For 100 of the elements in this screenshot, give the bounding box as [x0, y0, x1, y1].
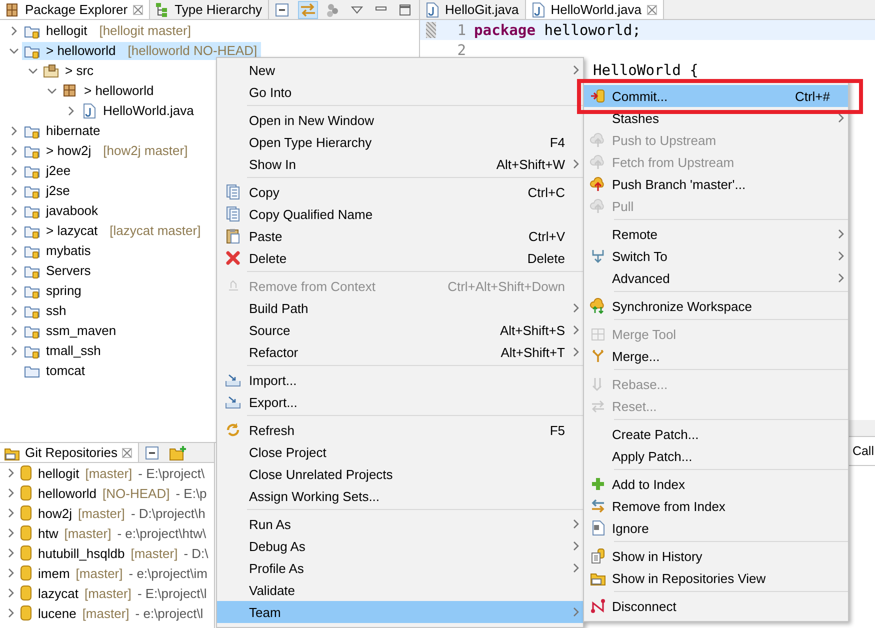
chevron-icon[interactable]	[11, 26, 17, 36]
chevron-icon[interactable]	[11, 226, 17, 236]
tree-item[interactable]: ssm_maven	[22, 322, 120, 340]
menu-item[interactable]: Refresh F5	[217, 419, 583, 441]
maximize-icon[interactable]	[399, 4, 411, 16]
chevron-icon[interactable]	[838, 229, 844, 239]
menu-item[interactable]: Delete Delete	[217, 247, 583, 269]
chevron-icon[interactable]	[573, 347, 579, 357]
chevron-icon[interactable]	[11, 126, 17, 136]
tree-item[interactable]: j2ee	[22, 162, 75, 180]
chevron-icon[interactable]	[11, 186, 17, 196]
menu-item[interactable]: Open in New Window	[217, 109, 583, 131]
add-repository-icon[interactable]	[169, 444, 188, 460]
tree-item[interactable]: > helloworld [helloworld NO-HEAD]	[22, 42, 262, 60]
menu-item[interactable]: Show in Repositories View	[584, 567, 848, 589]
collapse-all-icon[interactable]	[275, 2, 292, 18]
menu-item[interactable]: Create Patch...	[584, 423, 848, 445]
menu-item[interactable]: Profile As	[217, 557, 583, 579]
menu-item[interactable]: Remove from Index	[584, 495, 848, 517]
chevron-icon[interactable]	[573, 563, 579, 573]
collapse-all-icon[interactable]	[145, 444, 162, 460]
repository-name[interactable]: imem	[38, 566, 70, 580]
tree-item[interactable]: javabook	[22, 202, 102, 220]
chevron-icon[interactable]	[11, 346, 17, 356]
menu-item[interactable]: Paste Ctrl+V	[217, 225, 583, 247]
chevron-icon[interactable]	[11, 246, 17, 256]
menu-item[interactable]: Show in History	[584, 545, 848, 567]
chevron-icon[interactable]	[11, 166, 17, 176]
tab[interactable]: HelloGit.java	[420, 0, 526, 19]
tree-item[interactable]: > helloworld	[60, 82, 158, 100]
menu-item[interactable]: Apply Patch...	[584, 445, 848, 467]
chevron-icon[interactable]	[573, 303, 579, 313]
menu-item[interactable]: Build Path	[217, 297, 583, 319]
tree-item[interactable]: mybatis	[22, 242, 95, 260]
chevron-icon[interactable]	[573, 519, 579, 529]
menu-item[interactable]: Disconnect	[584, 595, 848, 617]
tree-item[interactable]: > how2j [how2j master]	[22, 142, 192, 160]
chevron-icon[interactable]	[838, 113, 844, 123]
menu-item[interactable]: Close Project	[217, 441, 583, 463]
menu-item[interactable]: Run As	[217, 513, 583, 535]
menu-item[interactable]: Ignore	[584, 517, 848, 539]
chevron-icon[interactable]	[11, 206, 17, 216]
close-icon[interactable]	[646, 4, 656, 14]
menu-item[interactable]: Go Into	[217, 81, 583, 103]
chevron-icon[interactable]	[68, 106, 74, 116]
chevron-icon[interactable]	[11, 286, 17, 296]
tree-item[interactable]: spring	[22, 282, 86, 300]
chevron-icon[interactable]	[9, 48, 19, 54]
tab[interactable]: Package Explorer	[0, 0, 150, 19]
close-icon[interactable]	[122, 448, 132, 458]
tree-item[interactable]: ssh	[22, 302, 70, 320]
tree-item[interactable]: tmall_ssh	[22, 342, 105, 360]
menu-item[interactable]: Remote	[584, 223, 848, 245]
tree-item[interactable]: hibernate	[22, 122, 104, 140]
menu-item[interactable]: Refactor Alt+Shift+T	[217, 341, 583, 363]
chevron-icon[interactable]	[11, 326, 17, 336]
menu-item[interactable]: Copy Ctrl+C	[217, 181, 583, 203]
chevron-icon[interactable]	[838, 273, 844, 283]
menu-item[interactable]: Close Unrelated Projects	[217, 463, 583, 485]
repository-name[interactable]: htw	[38, 526, 58, 540]
repository-name[interactable]: how2j	[38, 506, 72, 520]
tree-item[interactable]: hellogit [hellogit master]	[22, 22, 195, 40]
tab[interactable]: HelloWorld.java	[526, 0, 664, 19]
chevron-icon[interactable]	[11, 146, 17, 156]
menu-item[interactable]: Assign Working Sets...	[217, 485, 583, 507]
close-icon[interactable]	[132, 4, 143, 14]
menu-item[interactable]: Push Branch 'master'...	[584, 173, 848, 195]
menu-item[interactable]: Show In Alt+Shift+W	[217, 153, 583, 175]
tree-item[interactable]: Servers	[22, 262, 95, 280]
menu-item[interactable]: Add to Index	[584, 473, 848, 495]
tab[interactable]: Git Repositories	[0, 443, 140, 462]
menu-item[interactable]: New	[217, 59, 583, 81]
chevron-icon[interactable]	[11, 266, 17, 276]
menu-item[interactable]: Source Alt+Shift+S	[217, 319, 583, 341]
tree-item[interactable]: > src	[41, 62, 98, 80]
chevron-icon[interactable]	[573, 541, 579, 551]
view-menu-icon[interactable]	[351, 4, 363, 14]
menu-item[interactable]: Commit... Ctrl+#	[584, 85, 848, 107]
repository-name[interactable]: hellogit	[38, 466, 80, 480]
menu-item[interactable]: Import...	[217, 369, 583, 391]
menu-item[interactable]: Merge...	[584, 345, 848, 367]
menu-item[interactable]: Stashes	[584, 107, 848, 129]
menu-item[interactable]: Validate	[217, 579, 583, 601]
chevron-icon[interactable]	[11, 306, 17, 316]
menu-item[interactable]: Switch To	[584, 245, 848, 267]
menu-item[interactable]: Team	[217, 601, 583, 623]
menu-item[interactable]: Synchronize Workspace	[584, 295, 848, 317]
tree-item[interactable]: j2se	[22, 182, 74, 200]
menu-item[interactable]: Advanced	[584, 267, 848, 289]
chevron-icon[interactable]	[573, 325, 579, 335]
tree-item[interactable]: tomcat	[22, 362, 90, 380]
repository-name[interactable]: lazycat	[38, 586, 78, 600]
chevron-icon[interactable]	[47, 88, 57, 94]
chevron-icon[interactable]	[28, 68, 38, 74]
chevron-icon[interactable]	[573, 159, 579, 169]
tab[interactable]: Type Hierarchy	[150, 0, 270, 19]
chevron-icon[interactable]	[573, 607, 579, 617]
repository-name[interactable]: helloworld	[38, 486, 97, 500]
tree-item[interactable]: HelloWorld.java	[79, 102, 198, 120]
menu-item[interactable]: Open Type Hierarchy F4	[217, 131, 583, 153]
